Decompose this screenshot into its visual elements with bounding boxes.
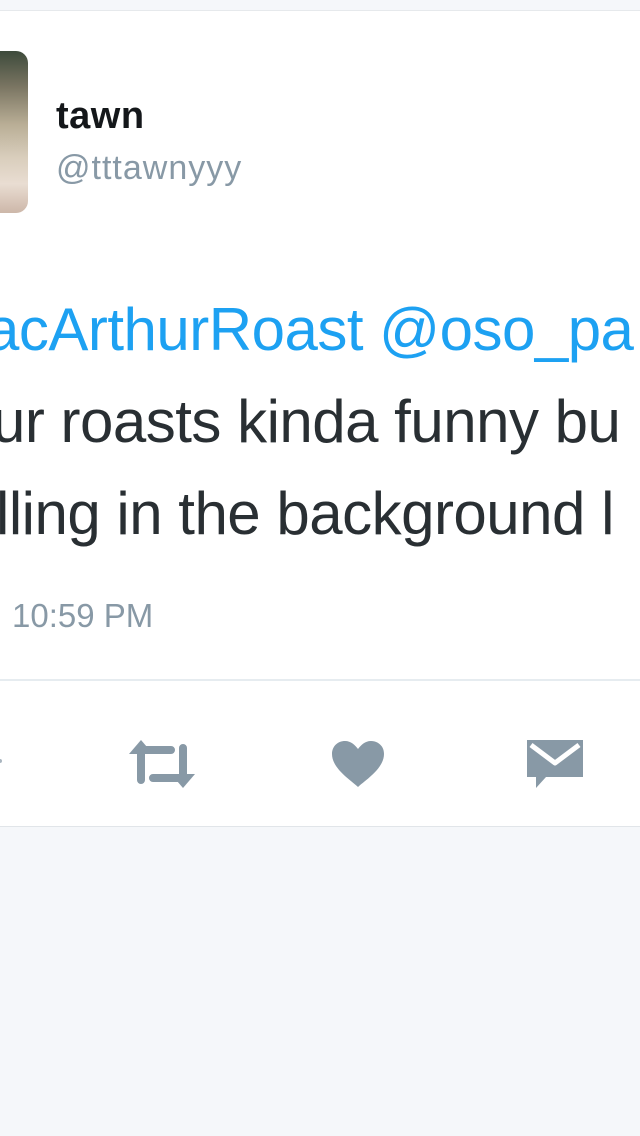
tweet-card[interactable]: tawn @tttawnyyy acArthurRoast @oso_pa ur…: [0, 10, 640, 827]
divider: [0, 679, 640, 681]
tweet-body-line-2: ur roasts kinda funny bu: [0, 388, 621, 455]
author-display-name[interactable]: tawn: [56, 95, 145, 138]
retweet-button[interactable]: [120, 729, 204, 799]
message-icon: [524, 737, 586, 791]
mention-link[interactable]: @oso_pa: [379, 296, 634, 363]
direct-message-button[interactable]: [520, 729, 590, 799]
author-handle[interactable]: @tttawnyyy: [56, 149, 242, 188]
mention-link[interactable]: acArthurRoast: [0, 296, 364, 363]
avatar[interactable]: [0, 51, 28, 213]
tweet-timestamp: 10:59 PM: [12, 597, 154, 634]
tweet-body-line-1: acArthurRoast @oso_pa: [0, 295, 634, 364]
like-icon: [330, 739, 386, 789]
screen: tawn @tttawnyyy acArthurRoast @oso_pa ur…: [0, 0, 640, 1136]
retweet-icon: [123, 738, 201, 790]
tweet-body-line-3: lling in the background l: [0, 480, 614, 547]
like-button[interactable]: [326, 729, 390, 799]
reply-icon[interactable]: [0, 759, 2, 763]
